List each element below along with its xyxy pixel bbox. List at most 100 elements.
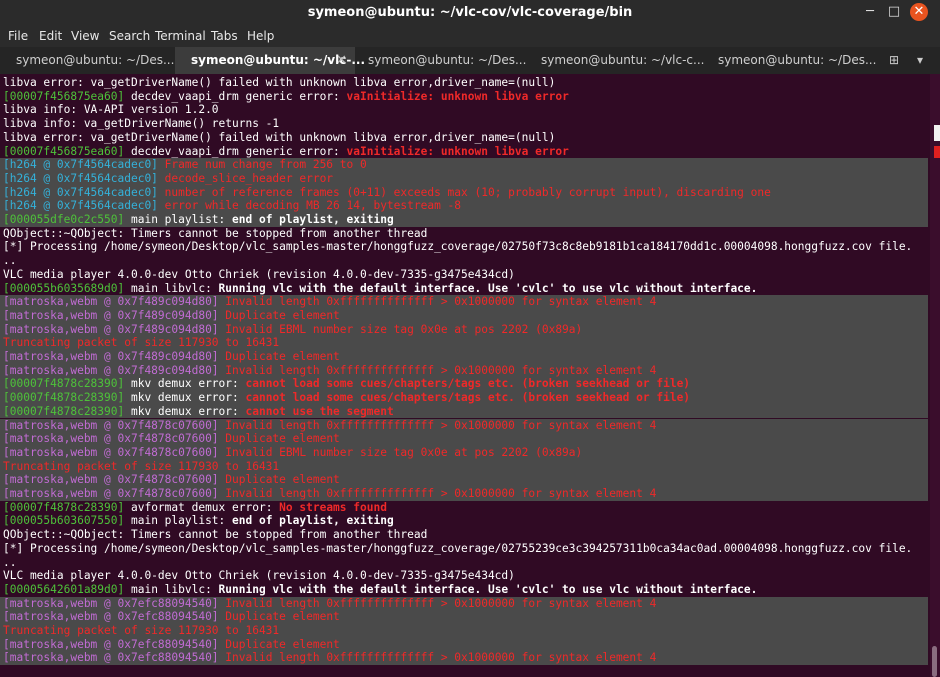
tab-label: symeon@ubuntu: ~/Des... — [368, 53, 527, 67]
terminal-text-segment: .. — [3, 555, 17, 569]
terminal-line: .. — [3, 254, 16, 268]
terminal-text-segment: [matroska,webm @ 0x7f489c094d80] — [3, 322, 219, 336]
terminal-text-segment: [h264 @ 0x7f4564cadec0] — [3, 185, 158, 199]
terminal-text-segment: main libvlc: — [124, 281, 219, 295]
terminal-line: [matroska,webm @ 0x7f4878c07600] Duplica… — [3, 432, 340, 446]
terminal-text-segment: QObject::~QObject: Timers cannot be stop… — [3, 226, 428, 240]
terminal-line: [000055dfe0c2c550] main playlist: end of… — [3, 213, 394, 227]
menu-file[interactable]: File — [8, 25, 28, 47]
terminal-text-segment: [h264 @ 0x7f4564cadec0] — [3, 199, 158, 213]
terminal-text-segment: Invalid length 0xffffffffffffff > 0x1000… — [218, 295, 657, 309]
terminal-text-segment: [matroska,webm @ 0x7f4878c07600] — [3, 487, 219, 500]
maximize-button[interactable]: □ — [884, 2, 904, 22]
terminal-line: [matroska,webm @ 0x7efc88094540] Duplica… — [3, 610, 340, 624]
terminal-text-segment: Duplicate element — [218, 610, 340, 624]
terminal-text-segment: Invalid EBML number size tag 0x0e at pos… — [218, 445, 583, 459]
terminal-line: [00007f4878c28390] mkv demux error: cann… — [3, 405, 394, 419]
terminal-line: [000055b603607550] main playlist: end of… — [3, 514, 394, 528]
terminal-line: [matroska,webm @ 0x7f489c094d80] Invalid… — [3, 323, 582, 337]
tab-3[interactable]: symeon@ubuntu: ~/Des... — [352, 47, 527, 74]
terminal-text-segment: [000055b6035689d0] — [3, 281, 125, 295]
tab-4[interactable]: symeon@ubuntu: ~/vlc-c... — [525, 47, 704, 74]
terminal-line: [*] Processing /home/symeon/Desktop/vlc_… — [3, 240, 912, 254]
terminal-text-segment: [matroska,webm @ 0x7f4878c07600] — [3, 445, 219, 459]
terminal-line: libva info: VA-API version 1.2.0 — [3, 103, 219, 117]
terminal-text-segment: Invalid length 0xffffffffffffff > 0x1000… — [218, 487, 657, 500]
terminal-line: VLC media player 4.0.0-dev Otto Chriek (… — [3, 268, 515, 282]
terminal-text-segment: [matroska,webm @ 0x7f489c094d80] — [3, 308, 219, 322]
tab-5[interactable]: symeon@ubuntu: ~/Des... — [702, 47, 877, 74]
terminal-text-segment: [matroska,webm @ 0x7f4878c07600] — [3, 432, 219, 446]
menu-view[interactable]: View — [71, 25, 99, 47]
background-window-edge — [934, 125, 940, 141]
new-tab-icon[interactable]: ⊞ — [889, 47, 899, 74]
terminal-text-segment: [*] Processing /home/symeon/Desktop/vlc_… — [3, 240, 913, 254]
terminal-text-segment: [00007f4878c28390] — [3, 500, 125, 514]
terminal-line: [matroska,webm @ 0x7efc88094540] Duplica… — [3, 638, 340, 652]
terminal-text-segment: Duplicate element — [218, 350, 340, 363]
close-button[interactable]: ✕ — [910, 3, 928, 21]
terminal-line: [matroska,webm @ 0x7f489c094d80] Invalid… — [3, 364, 656, 378]
terminal-text-segment: [00007f4878c28390] — [3, 404, 125, 418]
tab-menu-icon[interactable]: ▾ — [917, 47, 923, 74]
terminal-line: libva error: va_getDriverName() failed w… — [3, 76, 555, 90]
menu-terminal[interactable]: Terminal — [155, 25, 206, 47]
terminal-text-segment: Truncating packet of size 117930 to 1643… — [3, 336, 280, 350]
terminal-line: [matroska,webm @ 0x7efc88094540] Invalid… — [3, 597, 656, 611]
scrollbar-thumb[interactable] — [932, 646, 937, 677]
tab-2-active[interactable]: symeon@ubuntu: ~/vlc-... ✕ — [175, 47, 365, 74]
terminal-text-segment: .. — [3, 254, 17, 268]
terminal-text-segment: vaInitialize: unknown libva error — [346, 144, 569, 158]
minimize-button[interactable]: ─ — [860, 2, 880, 22]
terminal-text-segment: Running vlc with the default interface. … — [218, 582, 758, 596]
terminal-line: QObject::~QObject: Timers cannot be stop… — [3, 227, 427, 241]
terminal-text-segment: avformat demux error: — [124, 500, 280, 514]
terminal-text-segment: end of playlist, exiting — [232, 213, 394, 226]
terminal-line: [matroska,webm @ 0x7efc88094540] Invalid… — [3, 651, 656, 665]
terminal-text-segment: [000055b603607550] — [3, 514, 125, 528]
terminal-line: Truncating packet of size 117930 to 1643… — [3, 624, 279, 638]
terminal-text-segment: Invalid length 0xffffffffffffff > 0x1000… — [218, 596, 657, 610]
terminal-text-segment: Invalid EBML number size tag 0x0e at pos… — [218, 322, 583, 336]
menu-edit[interactable]: Edit — [39, 25, 62, 47]
terminal-scrollbar[interactable] — [930, 74, 940, 677]
terminal-line: [matroska,webm @ 0x7f4878c07600] Duplica… — [3, 473, 340, 487]
terminal-line: [h264 @ 0x7f4564cadec0] decode_slice_hea… — [3, 172, 333, 186]
terminal-text-segment: cannot load some cues/chapters/tags etc.… — [245, 391, 691, 405]
menu-help[interactable]: Help — [247, 25, 274, 47]
menu-search[interactable]: Search — [109, 25, 150, 47]
terminal-text-segment: cannot load some cues/chapters/tags etc.… — [245, 377, 691, 391]
tab-label: symeon@ubuntu: ~/vlc-c... — [541, 53, 705, 67]
tab-bar: symeon@ubuntu: ~/Des... symeon@ubuntu: ~… — [0, 47, 940, 74]
terminal-line: [00007f4878c28390] mkv demux error: cann… — [3, 377, 690, 391]
menu-tabs[interactable]: Tabs — [211, 25, 238, 47]
window-titlebar: symeon@ubuntu: ~/vlc-cov/vlc-coverage/bi… — [0, 0, 940, 25]
terminal-line: [00007f456875ea60] decdev_vaapi_drm gene… — [3, 90, 569, 104]
terminal-text-segment: Running vlc with the default interface. … — [218, 281, 758, 295]
terminal-line: [h264 @ 0x7f4564cadec0] number of refere… — [3, 186, 771, 200]
terminal-text-segment: [matroska,webm @ 0x7f489c094d80] — [3, 295, 219, 309]
terminal-text-segment: main playlist: — [124, 514, 233, 528]
terminal-text-segment: Duplicate element — [218, 308, 340, 322]
terminal-text-segment: decdev_vaapi_drm generic error: — [124, 89, 347, 103]
terminal-text-segment: [matroska,webm @ 0x7f489c094d80] — [3, 350, 219, 363]
tab-1[interactable]: symeon@ubuntu: ~/Des... — [0, 47, 175, 74]
terminal-text-segment: [matroska,webm @ 0x7efc88094540] — [3, 637, 219, 651]
terminal-line: [h264 @ 0x7f4564cadec0] error while deco… — [3, 199, 461, 213]
close-tab-icon[interactable]: ✕ — [336, 47, 347, 74]
terminal-text-segment: Frame num change from 256 to 0 — [157, 158, 367, 172]
terminal-line: [matroska,webm @ 0x7f4878c07600] Invalid… — [3, 446, 582, 460]
terminal-text-segment: libva error: va_getDriverName() failed w… — [3, 76, 556, 89]
background-window-edge — [934, 146, 940, 158]
terminal-text-segment: Invalid length 0xffffffffffffff > 0x1000… — [218, 363, 657, 377]
terminal-output[interactable]: libva error: va_getDriverName() failed w… — [0, 74, 930, 677]
terminal-text-segment: [h264 @ 0x7f4564cadec0] — [3, 171, 158, 185]
terminal-text-segment: libva info: va_getDriverName() returns -… — [3, 117, 280, 131]
terminal-text-segment: [00007f4878c28390] — [3, 377, 125, 391]
terminal-text-segment: [*] Processing /home/symeon/Desktop/vlc_… — [3, 541, 913, 555]
terminal-text-segment: [matroska,webm @ 0x7efc88094540] — [3, 596, 219, 610]
terminal-text-segment: Duplicate element — [218, 473, 340, 487]
terminal-text-segment: VLC media player 4.0.0-dev Otto Chriek (… — [3, 569, 515, 583]
terminal-text-segment: [matroska,webm @ 0x7f4878c07600] — [3, 418, 219, 432]
tab-label: symeon@ubuntu: ~/Des... — [718, 53, 877, 67]
